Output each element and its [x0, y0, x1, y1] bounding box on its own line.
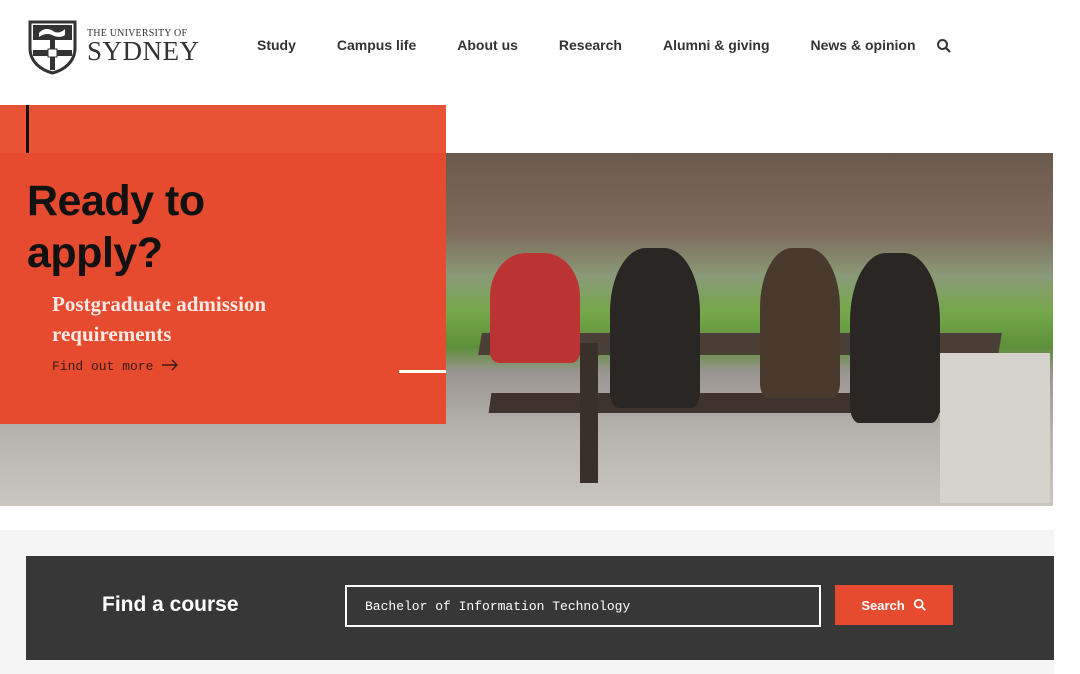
nav-research[interactable]: Research: [559, 37, 622, 53]
accent-bar: [26, 105, 29, 153]
hero-subtitle[interactable]: Postgraduate admission requirements: [52, 289, 266, 349]
logo-big-text: SYDNEY: [87, 36, 200, 66]
search-button-label: Search: [861, 597, 905, 613]
university-logo[interactable]: THE UNIVERSITY OF SYDNEY: [27, 19, 200, 75]
search-button[interactable]: Search: [835, 585, 953, 625]
search-icon[interactable]: [936, 38, 952, 54]
crest-icon: [28, 20, 77, 75]
arrow-right-icon: [162, 359, 179, 371]
course-search-input[interactable]: [345, 585, 821, 627]
find-course-panel: Find a course Search: [26, 556, 1054, 660]
find-course-title: Find a course: [102, 593, 239, 616]
nav-study[interactable]: Study: [257, 37, 296, 53]
hero-title: Ready to apply?: [27, 177, 205, 277]
find-out-more-link[interactable]: Find out more: [52, 359, 179, 374]
nav-alumni-giving[interactable]: Alumni & giving: [663, 37, 770, 53]
nav-campus-life[interactable]: Campus life: [337, 37, 416, 53]
nav-about-us[interactable]: About us: [457, 37, 518, 53]
hero-card: Ready to apply? Postgraduate admission req…: [0, 105, 446, 424]
main-nav: Study Campus life About us Research Alum…: [257, 37, 957, 53]
nav-news-opinion[interactable]: News & opinion: [811, 37, 916, 53]
slide-indicator[interactable]: [399, 370, 446, 373]
search-icon: [913, 598, 926, 611]
